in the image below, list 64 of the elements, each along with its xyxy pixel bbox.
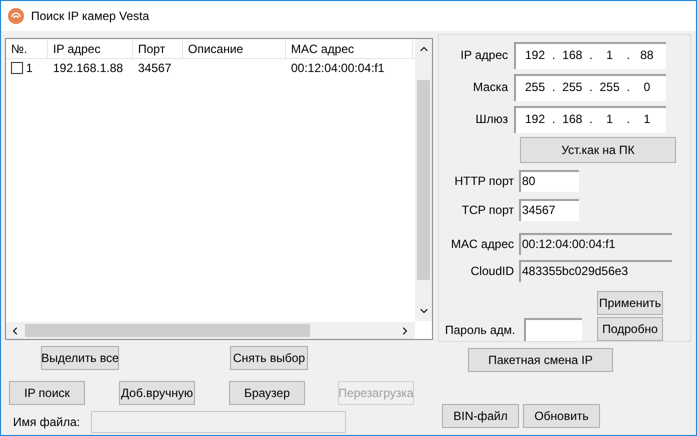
field-label: Маска: [472, 79, 509, 96]
field-label: HTTP порт: [453, 173, 515, 190]
octet-value: 192: [524, 46, 546, 64]
button[interactable]: Доб.вручную: [119, 381, 195, 405]
file-name-label: Имя файла:: [13, 414, 81, 431]
password-field[interactable]: [524, 318, 582, 341]
column-header[interactable]: №.: [6, 39, 48, 58]
row-checkbox[interactable]: [11, 62, 23, 74]
horizontal-scrollbar[interactable]: [6, 322, 415, 339]
octet-separator: .: [589, 110, 593, 128]
octet-value: 168: [561, 110, 584, 128]
octet-separator: .: [589, 46, 593, 64]
field-label: CloudID: [470, 263, 515, 280]
octet-separator: .: [589, 78, 593, 96]
octet-value: 255: [598, 78, 621, 96]
octet-separator: .: [552, 78, 556, 96]
file-name-field[interactable]: [91, 411, 346, 433]
readonly-field: 483355bc029d56e3: [519, 260, 672, 282]
button[interactable]: Подробно: [597, 317, 663, 341]
octet-separator: .: [626, 78, 630, 96]
password-label: Пароль адм.: [445, 322, 516, 339]
octet-separator: .: [552, 46, 556, 64]
octet-value: 88: [639, 46, 655, 64]
octet-value: 1: [605, 46, 614, 64]
button[interactable]: BIN-файл: [442, 404, 519, 428]
button[interactable]: Выделить все: [41, 346, 119, 370]
ip-address-field[interactable]: 192 . 168 . 1 . 1: [514, 106, 666, 132]
field-label: MAC адрес: [450, 236, 515, 253]
port-field[interactable]: 80: [519, 170, 579, 192]
octet-value: 1: [605, 110, 614, 128]
octet-value: 255: [561, 78, 584, 96]
readonly-field: 00:12:04:00:04:f1: [519, 233, 672, 255]
button[interactable]: IP поиск: [9, 381, 85, 405]
button[interactable]: Применить: [597, 291, 663, 315]
octet-separator: .: [552, 110, 556, 128]
octet-value: 192: [524, 110, 546, 128]
octet-value: 1: [642, 110, 652, 128]
table-cell-text: 00:12:04:00:04:f1: [291, 60, 384, 77]
octet-separator: .: [626, 46, 630, 64]
octet-value: 168: [561, 46, 584, 64]
button[interactable]: Снять выбор: [230, 346, 308, 370]
ip-address-field[interactable]: 192 . 168 . 1 . 88: [514, 42, 666, 68]
button[interactable]: Пакетная смена IP: [468, 348, 613, 372]
column-header[interactable]: Порт: [133, 39, 183, 58]
button[interactable]: Обновить: [523, 404, 600, 428]
vertical-scrollbar[interactable]: [415, 39, 432, 321]
field-label: TCP порт: [460, 202, 515, 219]
table-cell-text: 1: [26, 60, 33, 77]
field-label: Шлюз: [474, 111, 509, 128]
table-cell-text: 34567: [138, 60, 172, 77]
button[interactable]: Уст.как на ПК: [520, 137, 676, 163]
field-label: IP адрес: [460, 47, 509, 64]
button[interactable]: Браузер: [229, 381, 305, 405]
port-field[interactable]: 34567: [519, 199, 579, 221]
octet-separator: .: [626, 110, 630, 128]
octet-value: 255: [524, 78, 546, 96]
column-header[interactable]: Описание: [183, 39, 286, 58]
ip-address-field[interactable]: 255 . 255 . 255 . 0: [514, 74, 666, 100]
logo-icon: [8, 8, 24, 24]
window-title: Поиск IP камер Vesta: [31, 8, 150, 25]
octet-value: 0: [642, 78, 652, 96]
table-cell-text: 192.168.1.88: [53, 60, 124, 77]
column-header[interactable]: IP адрес: [48, 39, 133, 58]
column-header[interactable]: MAC адрес: [286, 39, 413, 58]
